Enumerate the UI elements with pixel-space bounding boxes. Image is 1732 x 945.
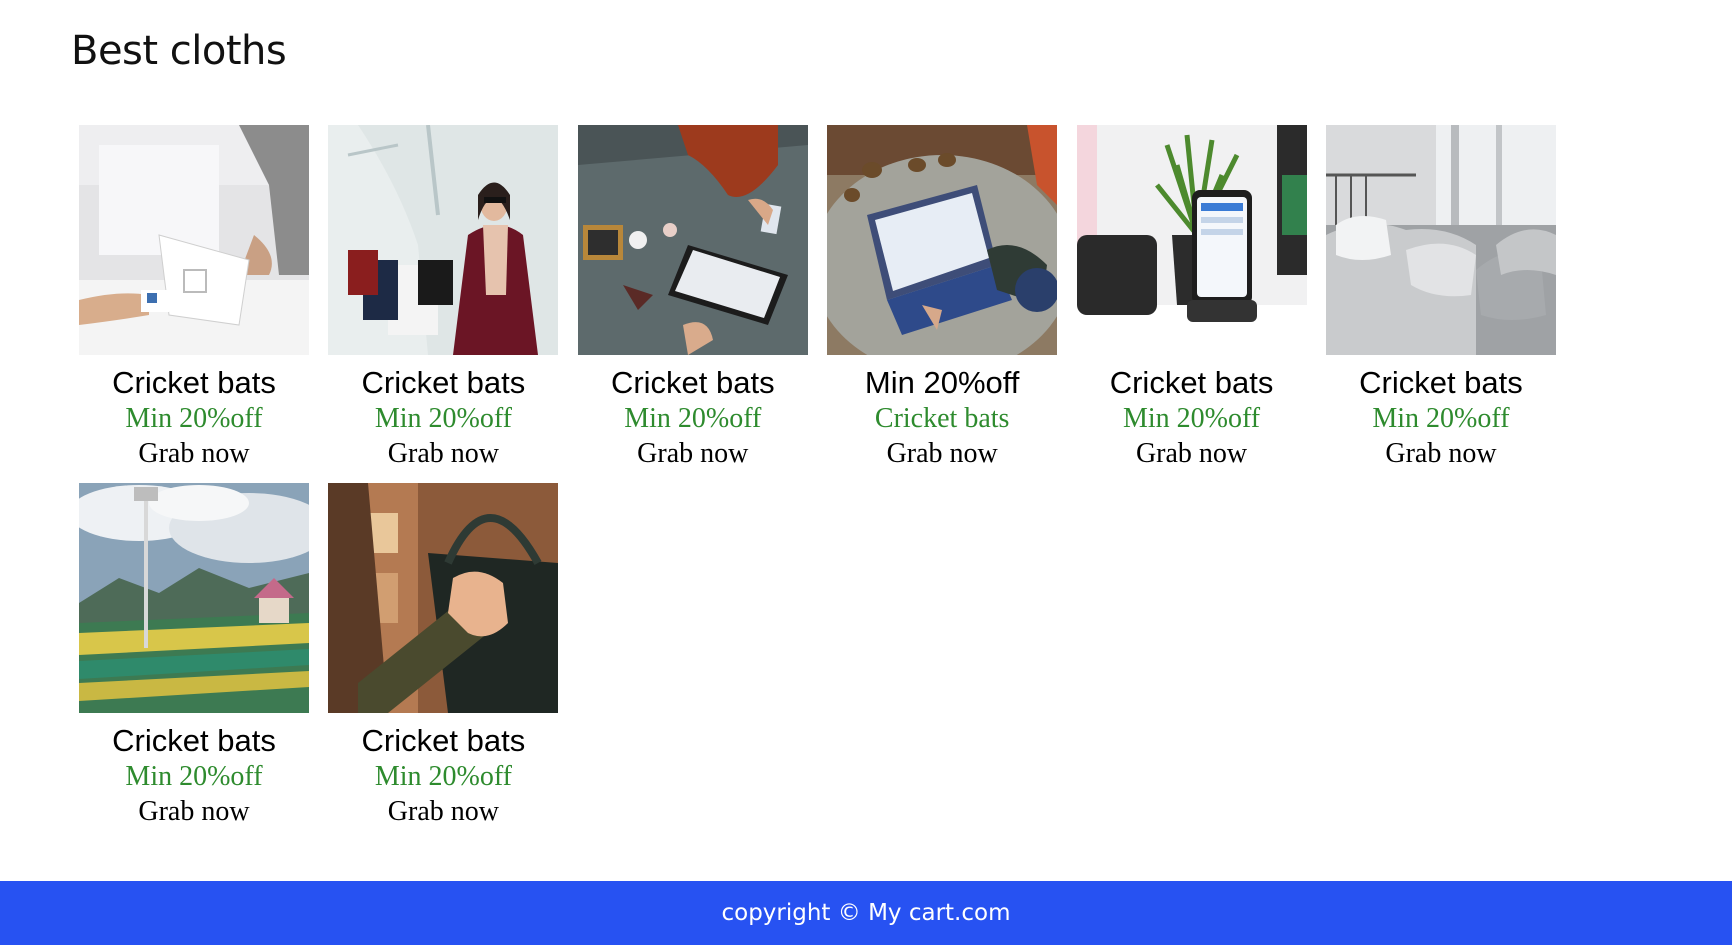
grab-now-link[interactable]: Grab now: [1077, 437, 1307, 471]
product-subtitle: Min 20%off: [125, 403, 263, 434]
product-subtitle: Min 20%off: [1122, 403, 1261, 434]
product-image-card-reader[interactable]: [79, 125, 309, 355]
product-title: Cricket bats: [112, 365, 276, 400]
product-grid: Cricket bats Min 20%off Grab now Cricket: [79, 125, 1556, 829]
product-card[interactable]: Cricket bats Min 20%off Grab now: [1076, 125, 1307, 471]
product-subtitle: Cricket bats: [874, 403, 1010, 434]
product-image-stadium[interactable]: [79, 483, 309, 713]
product-card[interactable]: Cricket bats Min 20%off Grab now: [79, 483, 309, 829]
grab-now-link[interactable]: Grab now: [79, 795, 309, 829]
product-image-shopping-woman[interactable]: [328, 125, 559, 355]
product-card[interactable]: Cricket bats Min 20%off Grab now: [328, 125, 559, 471]
product-subtitle: Min 20%off: [1372, 403, 1510, 434]
grab-now-link[interactable]: Grab now: [79, 437, 309, 471]
grab-now-link[interactable]: Grab now: [827, 437, 1057, 471]
product-title: Min 20%off: [864, 365, 1020, 400]
grab-now-link[interactable]: Grab now: [328, 437, 558, 471]
page-title: Best cloths: [71, 28, 287, 74]
product-card[interactable]: Cricket bats Min 20%off Grab now: [577, 125, 808, 471]
product-image-laptop[interactable]: [827, 125, 1058, 355]
grab-now-link[interactable]: Grab now: [328, 795, 558, 829]
copyright-text: copyright © My cart.com: [721, 900, 1011, 926]
product-subtitle: Min 20%off: [374, 403, 512, 434]
grab-now-link[interactable]: Grab now: [578, 437, 808, 471]
product-title: Cricket bats: [361, 365, 526, 400]
product-subtitle: Min 20%off: [624, 403, 762, 434]
product-title: Cricket bats: [1359, 365, 1523, 400]
product-title: Cricket bats: [610, 365, 775, 400]
product-title: Cricket bats: [1109, 365, 1274, 400]
product-card[interactable]: Min 20%off Cricket bats Grab now: [827, 125, 1058, 471]
product-subtitle: Min 20%off: [374, 761, 512, 792]
product-card[interactable]: Cricket bats Min 20%off Grab now: [79, 125, 309, 471]
product-title: Cricket bats: [112, 723, 276, 758]
footer: copyright © My cart.com: [0, 881, 1732, 945]
product-image-phone-charger[interactable]: [1076, 125, 1307, 355]
product-subtitle: Min 20%off: [125, 761, 263, 792]
product-title: Cricket bats: [361, 723, 526, 758]
product-image-tablet-payment[interactable]: [577, 125, 808, 355]
product-card[interactable]: Cricket bats Min 20%off Grab now: [328, 483, 559, 829]
grab-now-link[interactable]: Grab now: [1326, 437, 1556, 471]
product-card[interactable]: Cricket bats Min 20%off Grab now: [1325, 125, 1556, 471]
product-image-bedroom[interactable]: [1325, 125, 1556, 355]
product-image-handbag[interactable]: [328, 483, 559, 713]
